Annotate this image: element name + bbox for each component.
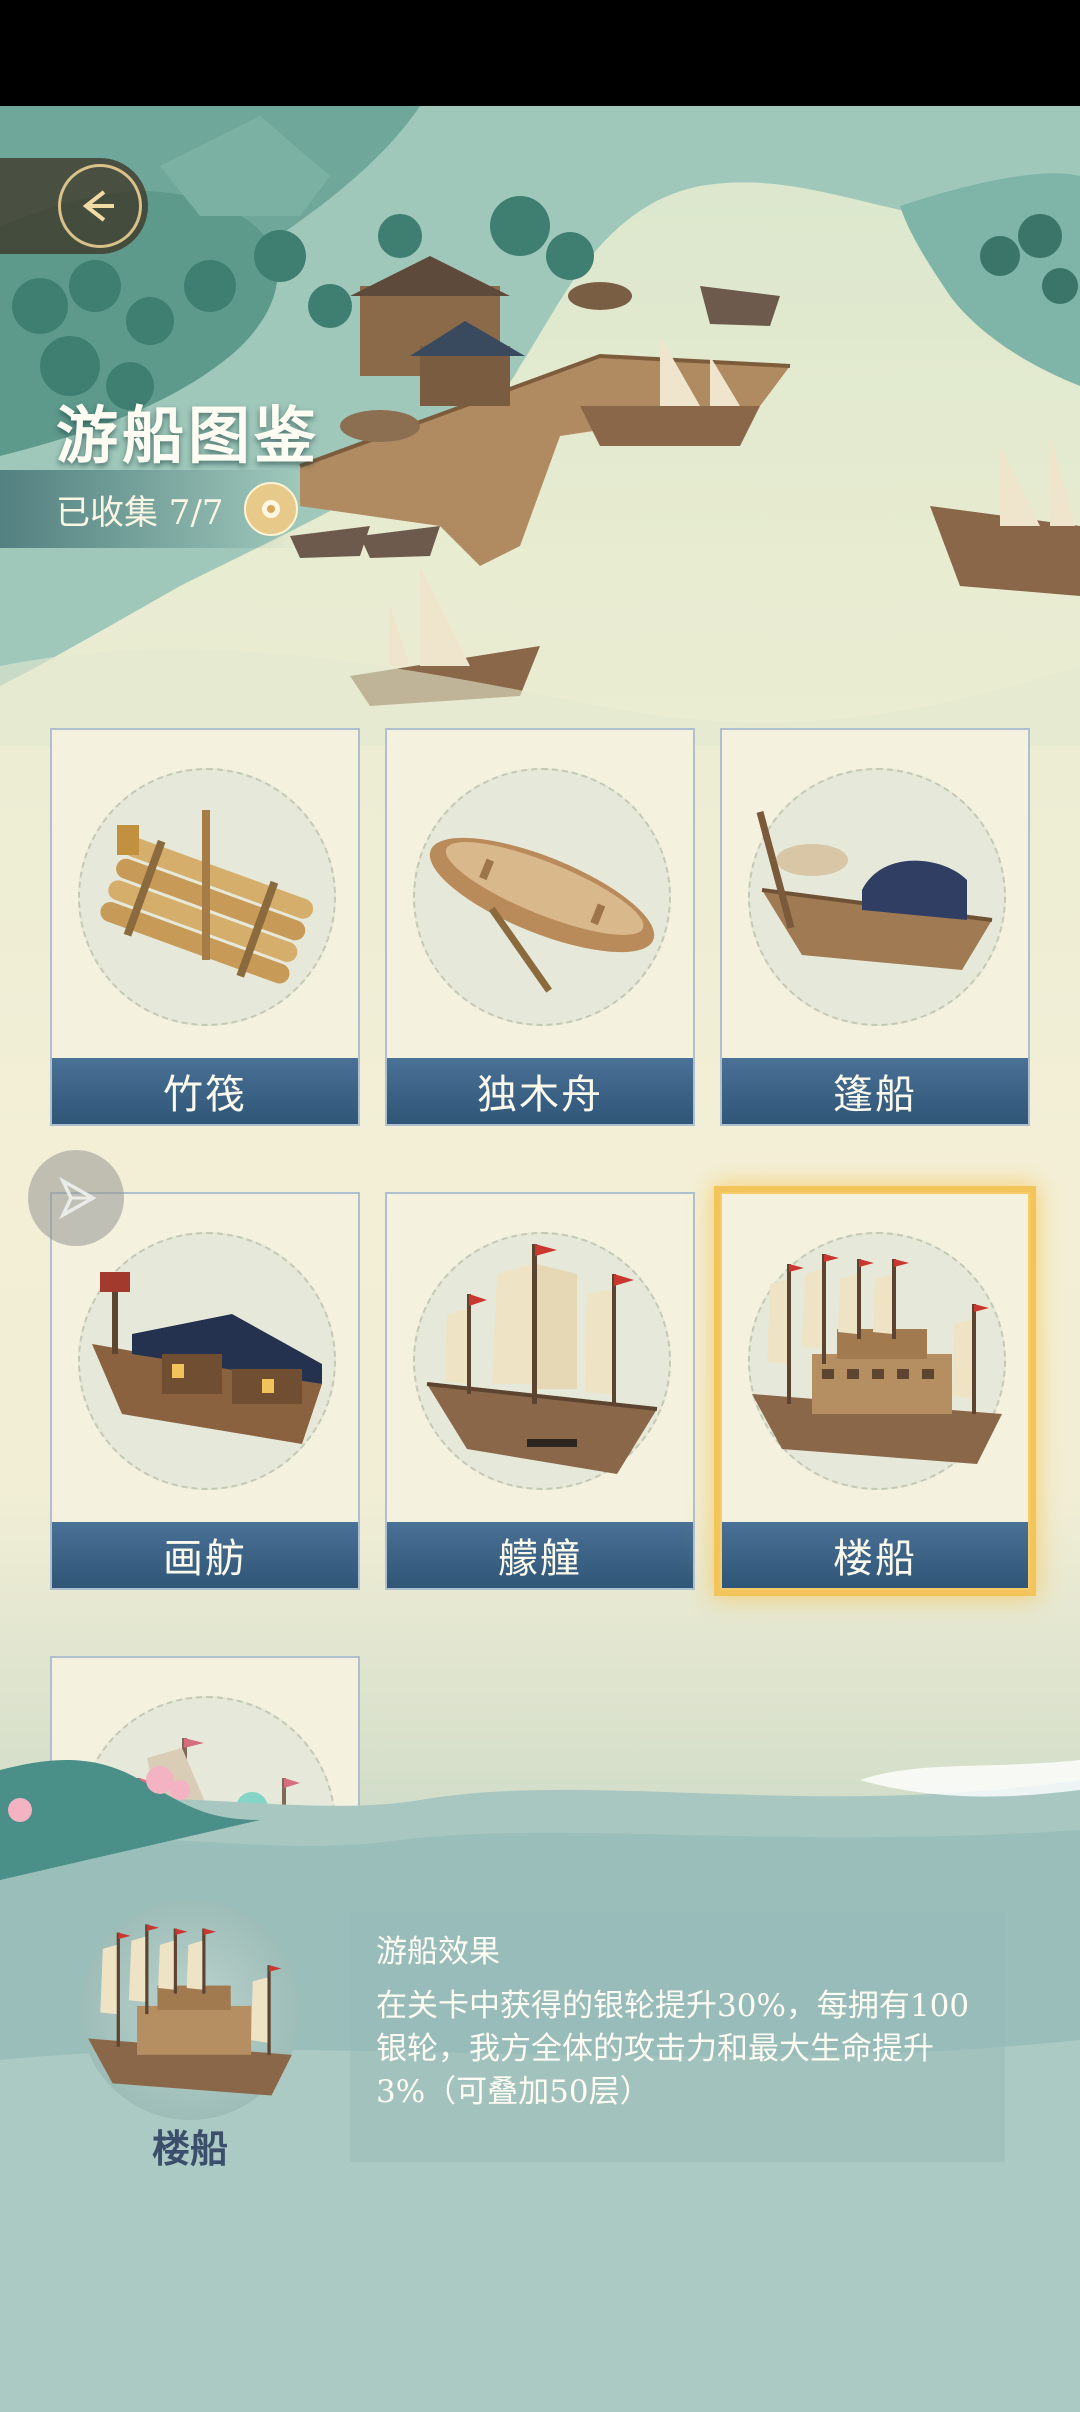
selected-ship-portrait [80,1900,300,2120]
collection-progress: 已收集 7/7 [0,470,300,548]
ship-name-label: 艨艟 [387,1522,693,1588]
ship-card-painted-boat[interactable]: 画舫 [50,1192,360,1590]
ship-card-canopy-boat[interactable]: 篷船 [720,728,1030,1126]
canopy-boat-icon [756,811,993,970]
ship-card-dugout-canoe[interactable]: 独木舟 [385,728,695,1126]
tower-ship-icon [88,1924,292,2096]
screen: 游船图鉴 已收集 7/7 竹筏 独木舟 篷船 画舫 艨艟 楼船 楼船 游船效果 … [0,0,1080,2412]
ship-card-tower-ship[interactable]: 楼船 [720,1192,1030,1590]
collection-count: 已收集 7/7 [56,492,224,533]
ship-name-label: 画舫 [52,1522,358,1588]
dugout-canoe-icon [429,837,655,993]
status-bar [0,0,1080,106]
coin-bag-icon [243,482,298,536]
back-button[interactable] [0,158,148,254]
page-title: 游船图鉴 [56,399,321,472]
effect-title: 游船效果 [376,1934,500,1970]
war-junk-icon [426,1244,658,1474]
selected-ship-name: 楼船 [151,2126,228,2171]
bamboo-raft-icon [100,810,314,984]
ship-name-label: 篷船 [722,1058,1028,1124]
ship-name-label: 独木舟 [387,1058,693,1124]
play-icon[interactable] [28,1150,124,1246]
tower-ship-icon [752,1254,1002,1464]
ship-effect-panel: 游船效果 在关卡中获得的银轮提升30%，每拥有100银轮，我方全体的攻击力和最大… [350,1912,1005,2162]
effect-description: 在关卡中获得的银轮提升30%，每拥有100银轮，我方全体的攻击力和最大生命提升3… [376,1988,970,2110]
painted-pleasure-boat-icon [92,1272,322,1444]
ship-card-bamboo-raft[interactable]: 竹筏 [50,728,360,1126]
ship-name-label: 楼船 [722,1522,1028,1588]
ship-name-label: 竹筏 [52,1058,358,1124]
back-arrow-icon [58,164,142,248]
ship-card-war-junk[interactable]: 艨艟 [385,1192,695,1590]
